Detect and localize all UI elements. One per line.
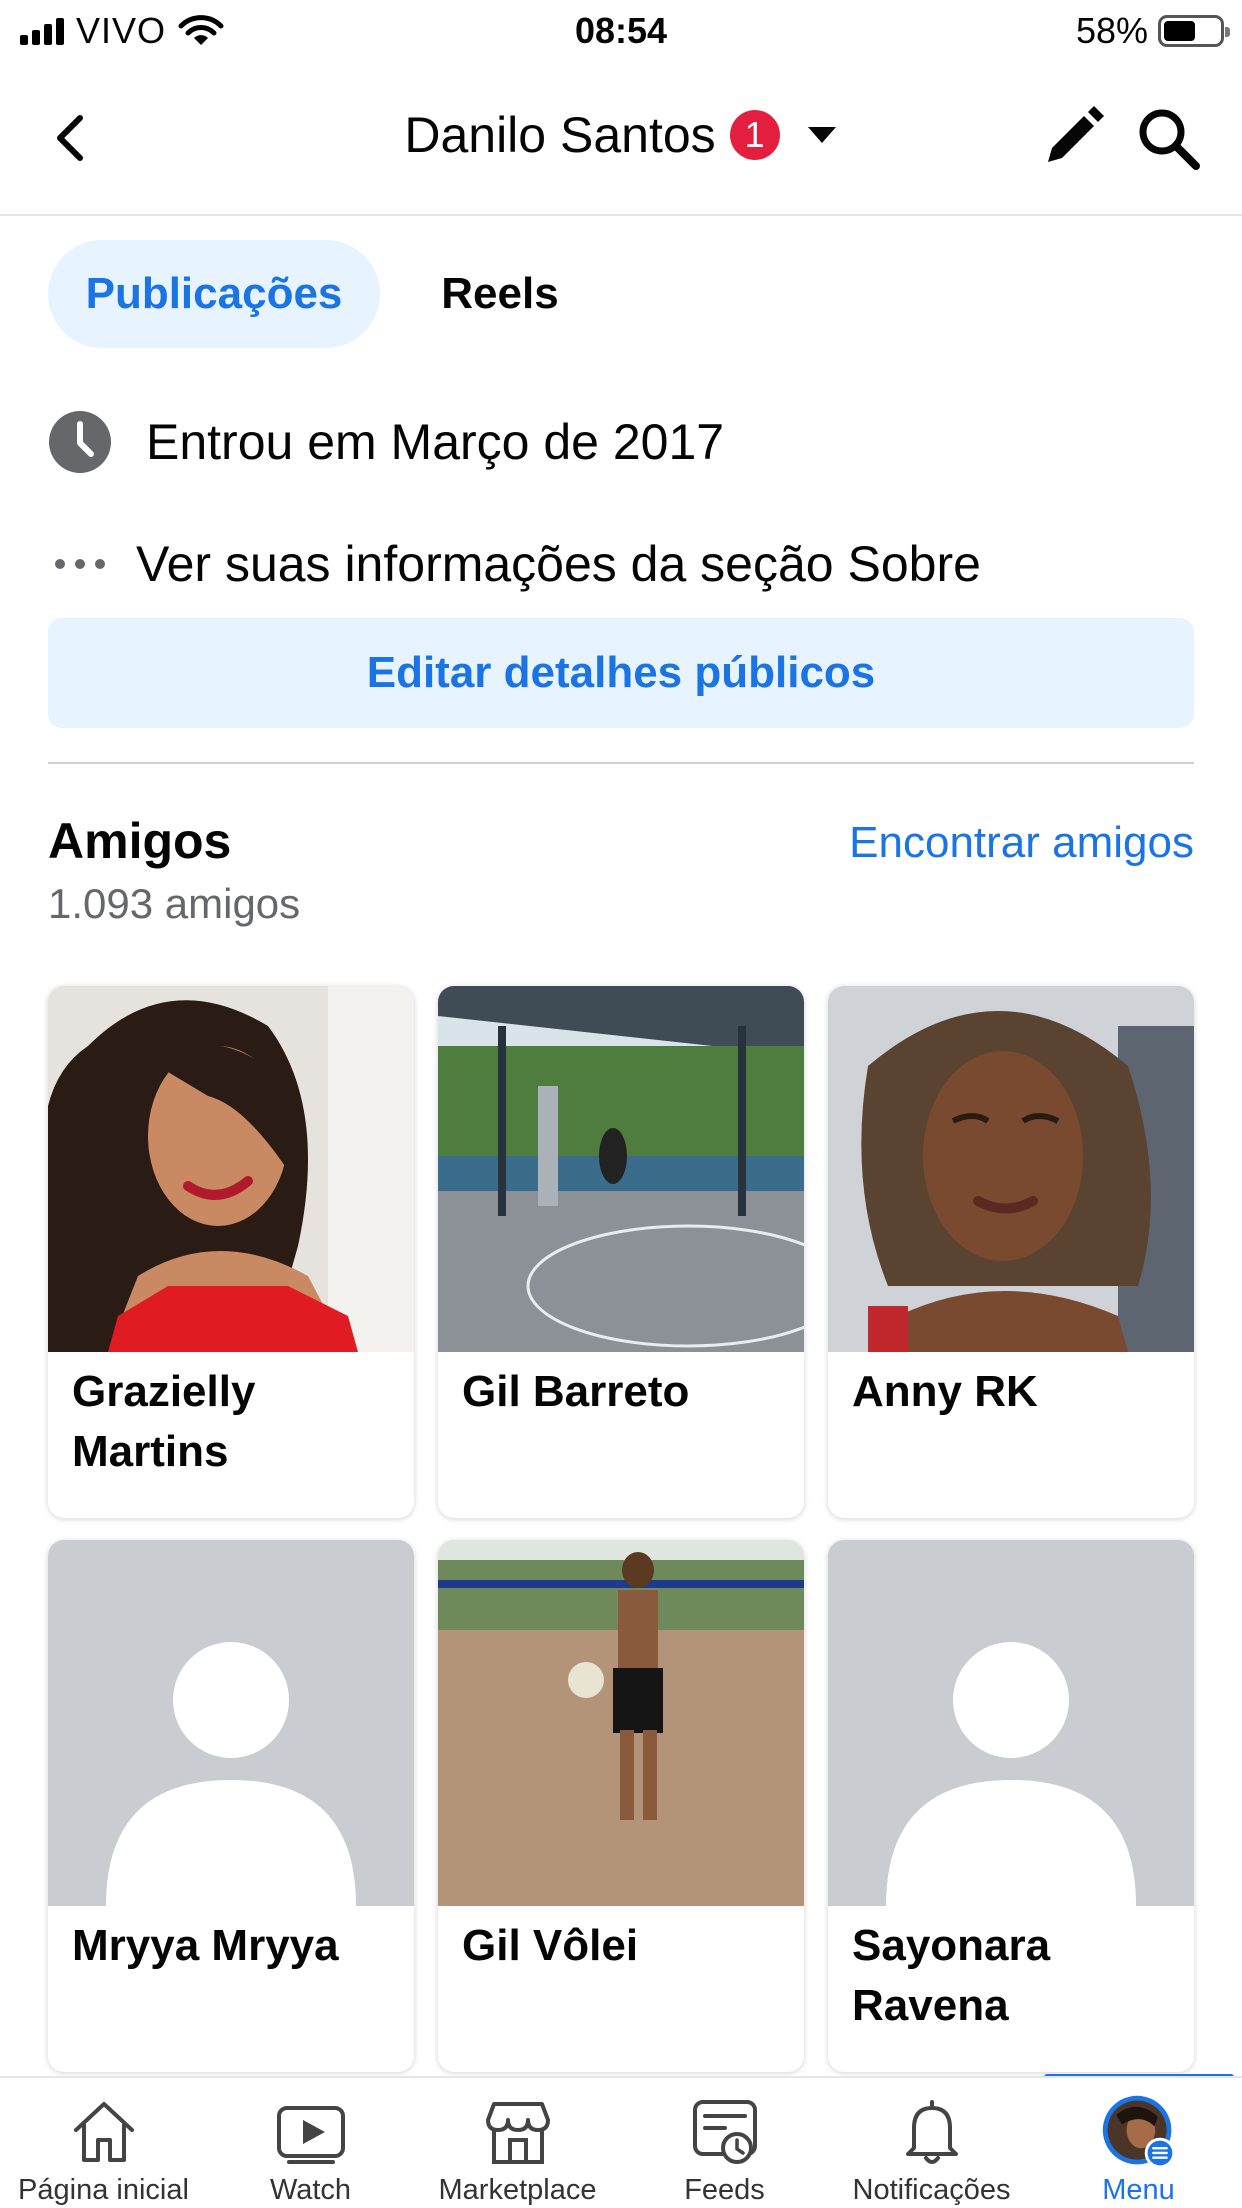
nav-label: Watch (269, 2174, 352, 2206)
clock-icon (48, 410, 112, 474)
nav-watch[interactable]: Watch (207, 2078, 414, 2208)
home-icon (64, 2092, 144, 2172)
nav-label: Feeds (684, 2174, 765, 2206)
search-icon[interactable] (1134, 104, 1202, 172)
friend-name: Mryya Mryya (72, 1921, 339, 1970)
friend-card[interactable]: Mryya Mryya (48, 1540, 414, 2072)
nav-label: Notificações (852, 2174, 1011, 2206)
friend-photo (48, 986, 414, 1352)
friends-section-title: Amigos (48, 813, 232, 869)
notification-badge: 1 (729, 110, 780, 160)
friend-name: Gil Vôlei (462, 1921, 639, 1970)
tab-reels[interactable]: Reels (400, 240, 600, 348)
nav-label: Menu (1102, 2174, 1175, 2206)
nav-label: Página inicial (18, 2174, 189, 2206)
friend-card[interactable]: Grazielly Martins (48, 986, 414, 1518)
more-dots-icon (48, 532, 112, 596)
friend-name: Sayonara Ravena (852, 1921, 1051, 2030)
bottom-navigation: Página inicial Watch Marketplace Feeds N… (0, 2076, 1242, 2208)
about-info-text: Ver suas informações da seção Sobre (136, 536, 981, 592)
status-time: 08:54 (574, 10, 668, 51)
friend-name: Gil Barreto (462, 1367, 690, 1416)
profile-header: Danilo Santos 1 (0, 62, 1242, 216)
friend-card[interactable]: Sayonara Ravena (828, 1540, 1194, 2072)
nav-label: Marketplace (438, 2174, 597, 2206)
nav-home[interactable]: Página inicial (0, 2078, 207, 2208)
friend-card[interactable]: Anny RK (828, 986, 1194, 1518)
chevron-down-icon (807, 127, 836, 143)
tab-publicacoes[interactable]: Publicações (48, 240, 380, 348)
nav-menu[interactable]: Menu (1035, 2078, 1242, 2208)
find-friends-link[interactable]: Encontrar amigos (849, 818, 1194, 868)
battery-icon (1158, 15, 1230, 47)
joined-date-text: Entrou em Março de 2017 (146, 414, 725, 470)
default-avatar-photo (48, 1540, 414, 1906)
edit-public-details-button[interactable]: Editar detalhes públicos (48, 618, 1194, 728)
friend-photo (438, 986, 804, 1352)
section-divider (48, 762, 1194, 764)
friends-count: 1.093 amigos (48, 880, 301, 927)
nav-feeds[interactable]: Feeds (621, 2078, 828, 2208)
joined-date-row: Entrou em Março de 2017 (48, 410, 724, 474)
friend-photo (828, 986, 1194, 1352)
marketplace-icon (478, 2092, 558, 2172)
menu-avatar-icon (1099, 2092, 1179, 2172)
watch-icon (271, 2092, 351, 2172)
feeds-icon (685, 2092, 765, 2172)
friend-card[interactable]: Gil Barreto (438, 986, 804, 1518)
status-bar: VIVO 08:54 58% (0, 0, 1242, 62)
friend-photo (438, 1540, 804, 1906)
bell-icon (892, 2092, 972, 2172)
battery-percentage: 58% (1075, 10, 1148, 51)
friend-card[interactable]: Gil Vôlei (438, 1540, 804, 2072)
profile-name-title: Danilo Santos (404, 107, 716, 163)
pencil-icon[interactable] (1040, 104, 1106, 170)
about-info-row[interactable]: Ver suas informações da seção Sobre (48, 532, 981, 596)
friend-name: Anny RK (852, 1367, 1038, 1416)
friend-name: Grazielly Martins (72, 1367, 256, 1476)
nav-notifications[interactable]: Notificações (828, 2078, 1035, 2208)
nav-marketplace[interactable]: Marketplace (414, 2078, 621, 2208)
default-avatar-photo (828, 1540, 1194, 1906)
